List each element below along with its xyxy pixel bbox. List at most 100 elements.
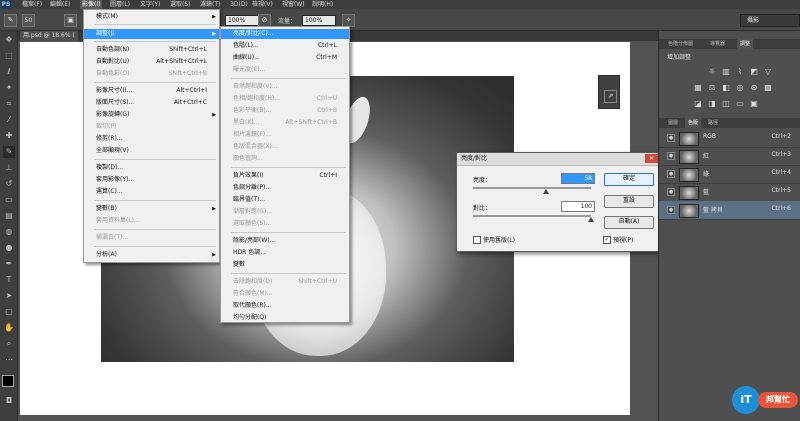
- auto-button[interactable]: 自動(A): [604, 216, 654, 229]
- quick-mask-icon[interactable]: ◘: [3, 395, 15, 407]
- threshold-adjust-icon[interactable]: ◫: [721, 99, 731, 109]
- color-lookup-adjust-icon[interactable]: ▩: [763, 83, 773, 93]
- crop-tool-icon[interactable]: ⌗: [3, 98, 15, 110]
- menu-help[interactable]: 說明(H): [312, 0, 333, 9]
- menu-item-equalize[interactable]: 均勻分配(Q): [221, 313, 349, 323]
- channel-row[interactable]: ● RGB Ctrl+2: [659, 129, 800, 148]
- hue-sat-adjust-icon[interactable]: ▦: [693, 83, 703, 93]
- menu-item-black-white[interactable]: 黑白(K)... Alt+Shift+Ctrl+B: [221, 118, 349, 128]
- history-brush-icon[interactable]: ↺: [3, 178, 15, 190]
- tab-paths[interactable]: 路徑: [705, 118, 721, 128]
- move-tool-icon[interactable]: ✥: [3, 34, 15, 46]
- vibrance-adjust-icon[interactable]: ▽: [763, 67, 773, 77]
- document-tab[interactable]: 用.psd @ 18.6% (: [20, 31, 78, 41]
- brightness-input[interactable]: 58: [561, 173, 595, 184]
- menu-item-duplicate[interactable]: 複製(D)...: [84, 163, 219, 173]
- black-white-adjust-icon[interactable]: ◧: [721, 83, 731, 93]
- menu-item-gradient-map[interactable]: 漸層對應(G)...: [221, 207, 349, 217]
- eye-icon[interactable]: ●: [667, 188, 675, 196]
- blur-tool-icon[interactable]: ◍: [3, 226, 15, 238]
- menu-item-variations[interactable]: 變數: [221, 260, 349, 270]
- menu-item-trim[interactable]: 修剪(R)...: [84, 134, 219, 144]
- menu-item-channel-mixer[interactable]: 色版混合器(X)...: [221, 142, 349, 152]
- exposure-adjust-icon[interactable]: ◩: [749, 67, 759, 77]
- menu-item-reveal-all[interactable]: 全部顯現(V): [84, 146, 219, 156]
- menu-item-auto-color[interactable]: 自動色彩(O) Shift+Ctrl+B: [84, 69, 219, 79]
- gradient-map-adjust-icon[interactable]: ▭: [735, 99, 745, 109]
- menu-item-color-balance[interactable]: 色彩平衡(B)... Ctrl+B: [221, 106, 349, 116]
- contrast-slider-thumb[interactable]: [588, 217, 594, 222]
- eye-icon[interactable]: ●: [667, 134, 675, 142]
- color-balance-adjust-icon[interactable]: ⚖: [707, 83, 717, 93]
- dodge-tool-icon[interactable]: ●: [3, 242, 15, 254]
- flow-input[interactable]: 100%: [302, 15, 336, 26]
- curves-adjust-icon[interactable]: ⌇: [735, 67, 745, 77]
- menu-item-adjustments[interactable]: 調整(J) ▶: [84, 29, 219, 39]
- menu-item-apply-image[interactable]: 套用影像(Y)...: [84, 175, 219, 185]
- ok-button[interactable]: 確定: [604, 173, 654, 186]
- menu-item-brightness-contrast[interactable]: 亮度/對比(C)...: [221, 29, 349, 39]
- menu-item-levels[interactable]: 色階(L)... Ctrl+L: [221, 41, 349, 51]
- menu-type[interactable]: 文字(Y): [140, 0, 160, 9]
- menu-item-match-color[interactable]: 符合顏色(M)...: [221, 289, 349, 299]
- menu-image[interactable]: 影像(I): [80, 0, 103, 9]
- brush-panel-icon[interactable]: ▣: [64, 14, 77, 27]
- menu-item-auto-contrast[interactable]: 自動對比(U) Alt+Shift+Ctrl+L: [84, 57, 219, 67]
- brightness-slider-track[interactable]: [473, 187, 591, 189]
- brightness-adjust-icon[interactable]: ☼: [707, 67, 717, 77]
- eyedropper-tool-icon[interactable]: ⁄: [3, 114, 15, 126]
- menu-edit[interactable]: 編輯(E): [50, 0, 70, 9]
- menu-item-auto-tone[interactable]: 自動色調(N) Shift+Ctrl+L: [84, 45, 219, 55]
- channel-row[interactable]: ● 綠 Ctrl+4: [659, 165, 800, 184]
- gradient-tool-icon[interactable]: ▤: [3, 210, 15, 222]
- tab-channels[interactable]: 色版: [685, 118, 702, 128]
- lasso-tool-icon[interactable]: ℓ: [3, 66, 15, 78]
- levels-adjust-icon[interactable]: ▥: [721, 67, 731, 77]
- channel-row[interactable]: ● 紅 Ctrl+3: [659, 147, 800, 166]
- healing-tool-icon[interactable]: ✚: [3, 130, 15, 142]
- quick-select-tool-icon[interactable]: ✦: [3, 82, 15, 94]
- brush-tool-active-icon[interactable]: ✎: [3, 146, 15, 158]
- eye-icon[interactable]: ●: [667, 170, 675, 178]
- eraser-tool-icon[interactable]: ▭: [3, 194, 15, 206]
- menu-item-trap[interactable]: 補漏白(T)...: [84, 233, 219, 243]
- menu-item-image-rotation[interactable]: 影像旋轉(G) ▶: [84, 110, 219, 120]
- menu-item-curves[interactable]: 曲線(U)... Ctrl+M: [221, 53, 349, 63]
- menu-item-variables[interactable]: 變數(B) ▶: [84, 204, 219, 214]
- menu-item-selective-color[interactable]: 選取顏色(S)...: [221, 219, 349, 229]
- path-select-tool-icon[interactable]: ➤: [3, 290, 15, 302]
- menu-item-replace-color[interactable]: 取代顏色(R)...: [221, 301, 349, 311]
- brush-tool-icon[interactable]: ✎: [4, 14, 17, 27]
- menu-window[interactable]: 視窗(W): [282, 0, 305, 9]
- pen-tool-icon[interactable]: ✒: [3, 258, 15, 270]
- menu-item-crop[interactable]: 裁切(P): [84, 122, 219, 132]
- menu-item-exposure[interactable]: 曝光度(E)...: [221, 65, 349, 75]
- selective-color-adjust-icon[interactable]: ▣: [749, 99, 759, 109]
- menu-item-apply-data-set[interactable]: 套用資料集(L)...: [84, 216, 219, 226]
- menu-item-invert[interactable]: 負片效果(I) Ctrl+I: [221, 171, 349, 181]
- menu-item-threshold[interactable]: 臨界值(T)...: [221, 195, 349, 205]
- properties-panel-icon[interactable]: ⇗: [604, 90, 617, 103]
- menu-layer[interactable]: 圖層(L): [110, 0, 130, 9]
- marquee-tool-icon[interactable]: ⬚: [3, 50, 15, 62]
- workspace-select[interactable]: 攝影: [740, 14, 800, 27]
- menu-select[interactable]: 選取(S): [170, 0, 191, 9]
- brightness-slider-thumb[interactable]: [543, 189, 550, 194]
- stamp-tool-icon[interactable]: ⊥: [3, 162, 15, 174]
- opacity-input[interactable]: 100%: [225, 15, 259, 26]
- invert-adjust-icon[interactable]: ◪: [693, 99, 703, 109]
- foreground-color-swatch[interactable]: [2, 375, 14, 387]
- close-icon[interactable]: ✕: [645, 154, 658, 163]
- eye-icon[interactable]: ●: [667, 152, 675, 160]
- menu-item-hue-saturation[interactable]: 色相/飽和度(H)... Ctrl+U: [221, 94, 349, 104]
- legacy-checkbox[interactable]: [473, 236, 481, 244]
- photo-filter-adjust-icon[interactable]: ◎: [735, 83, 745, 93]
- more-tools-icon[interactable]: ⋯: [3, 354, 15, 366]
- menu-item-canvas-size[interactable]: 版面尺寸(S)... Alt+Ctrl+C: [84, 98, 219, 108]
- tab-adjustments[interactable]: 調整: [737, 39, 754, 49]
- menu-filter[interactable]: 濾鏡(T): [200, 0, 220, 9]
- menu-view[interactable]: 檢視(V): [252, 0, 273, 9]
- contrast-input[interactable]: 100: [561, 201, 595, 212]
- menu-item-color-lookup[interactable]: 顏色查詢...: [221, 154, 349, 164]
- tab-histogram[interactable]: 色階分佈圖: [665, 39, 696, 49]
